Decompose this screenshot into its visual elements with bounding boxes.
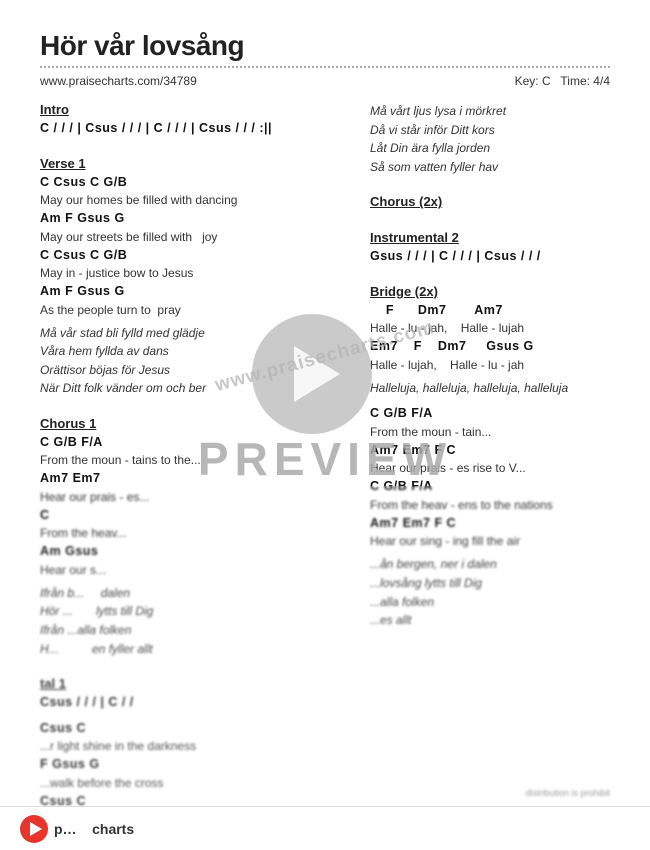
swedish-verse-lines: Må vårt ljus lysa i mörkret Då vi står i… <box>370 102 610 176</box>
lyric-line: May in - justice bow to Jesus <box>40 264 350 282</box>
bridge-2x-title: Bridge (2x) <box>370 284 610 299</box>
lyric-line: From the moun - tains to the... <box>40 451 350 469</box>
song-title: Hör vår lovsång <box>40 30 610 62</box>
meta-row: www.praisecharts.com/34789 Key: C Time: … <box>40 74 610 88</box>
italic-lyric: När Ditt folk vänder om och ber <box>40 379 350 398</box>
chord-line: C G/B F/A <box>370 405 610 423</box>
chord-line: C Csus C G/B <box>40 174 350 192</box>
song-key-time: Key: C Time: 4/4 <box>515 74 610 88</box>
verse1-italian-lines: Må vår stad bli fylld med glädje Våra he… <box>40 324 350 398</box>
chord-line: C Csus C G/B <box>40 247 350 265</box>
lyric-line: From the moun - tain... <box>370 423 610 441</box>
title-divider <box>40 66 610 68</box>
italic-lyric: Låt Din ära fylla jorden <box>370 139 610 158</box>
logo-icon <box>20 815 48 843</box>
verse1-section-title: Verse 1 <box>40 156 350 171</box>
lyric-line: Halle - lujah, Halle - lu - jah <box>370 356 610 374</box>
blur-overlay <box>0 486 650 806</box>
chord-line: Am F Gsus G <box>40 210 350 228</box>
italic-lyric: Då vi står inför Ditt kors <box>370 121 610 140</box>
chord-line: F Dm7 Am7 <box>370 302 610 320</box>
lyric-line: May our streets be filled with joy <box>40 228 350 246</box>
bridge-lines: F Dm7 Am7 Halle - lu - jah, Halle - luja… <box>370 302 610 374</box>
chord-line: Am7 Em7 F C <box>370 442 610 460</box>
chorus1-section-title: Chorus 1 <box>40 416 350 431</box>
italic-lyric: Orättisor böjas för Jesus <box>40 361 350 380</box>
song-url: www.praisecharts.com/34789 <box>40 74 197 88</box>
chord-line: Em7 F Dm7 Gsus G <box>370 338 610 356</box>
page-container: Hör vår lovsång www.praisecharts.com/347… <box>0 0 650 850</box>
logo-play-icon <box>30 822 42 836</box>
instrumental2-title: Instrumental 2 <box>370 230 610 245</box>
bridge-italic: Halleluja, halleluja, halleluja, hallelu… <box>370 379 610 398</box>
lyric-line: Hear our prais - es rise to V... <box>370 459 610 477</box>
chorus-2x-title: Chorus (2x) <box>370 194 610 209</box>
italic-lyric: Så som vatten fyller hav <box>370 158 610 177</box>
italic-lyric: Våra hem fyllda av dans <box>40 342 350 361</box>
lyric-line: Halle - lu - jah, Halle - lujah <box>370 319 610 337</box>
instrumental2-chords: Gsus / / / | C / / / | Csus / / / <box>370 248 610 266</box>
intro-chords: C / / / | Csus / / / | C / / / | Csus / … <box>40 120 350 138</box>
verse1-lines: C Csus C G/B May our homes be filled wit… <box>40 174 350 319</box>
logo-text: p… charts <box>54 821 134 837</box>
italic-lyric: Må vårt ljus lysa i mörkret <box>370 102 610 121</box>
praisecharts-logo[interactable]: p… charts <box>20 815 134 843</box>
intro-section-title: Intro <box>40 102 350 117</box>
italic-lyric: Må vår stad bli fylld med glädje <box>40 324 350 343</box>
bottom-bar: p… charts <box>0 806 650 850</box>
chord-line: C G/B F/A <box>40 434 350 452</box>
lyric-line: May our homes be filled with dancing <box>40 191 350 209</box>
lyric-line: As the people turn to pray <box>40 301 350 319</box>
chord-line: Am F Gsus G <box>40 283 350 301</box>
